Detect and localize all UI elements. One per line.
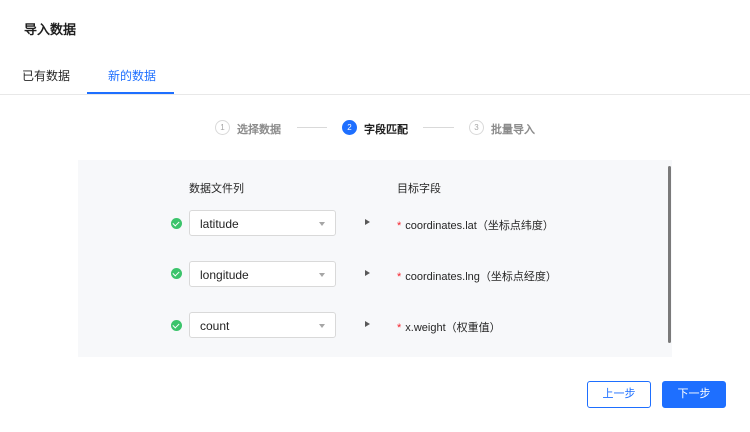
target-field-text: coordinates.lat（坐标点纬度） <box>405 220 554 232</box>
previous-step-button[interactable]: 上一步 <box>587 381 651 408</box>
dialog-title: 导入数据 <box>24 22 77 37</box>
check-circle-icon <box>171 320 182 331</box>
source-column-select[interactable]: longitude <box>189 261 336 287</box>
select-value: count <box>200 319 230 333</box>
arrow-right-icon <box>365 321 370 327</box>
caret-down-icon <box>319 324 325 328</box>
source-column-select[interactable]: latitude <box>189 210 336 236</box>
source-column-select[interactable]: count <box>189 312 336 338</box>
arrow-right-icon <box>365 270 370 276</box>
caret-down-icon <box>319 222 325 226</box>
step-connector <box>297 127 327 128</box>
target-field-label: * coordinates.lng（坐标点经度） <box>397 268 557 284</box>
select-value: latitude <box>200 217 239 231</box>
required-mark: * <box>397 322 402 334</box>
step-1-label: 选择数据 <box>237 124 281 136</box>
step-connector <box>423 127 454 128</box>
active-tab-indicator <box>87 92 174 94</box>
tab-bar: 已有数据 新的数据 <box>0 56 750 95</box>
target-field-text: x.weight（权重值） <box>405 322 501 334</box>
tab-new-data[interactable]: 新的数据 <box>108 67 156 84</box>
check-circle-icon <box>171 218 182 229</box>
step-1-number: 1 <box>215 120 230 135</box>
target-field-label: * x.weight（权重值） <box>397 319 501 335</box>
tab-existing-data[interactable]: 已有数据 <box>22 67 70 84</box>
step-3-label: 批量导入 <box>491 124 535 136</box>
arrow-right-icon <box>365 219 370 225</box>
target-field-text: coordinates.lng（坐标点经度） <box>405 271 557 283</box>
target-column-header: 目标字段 <box>397 183 441 195</box>
required-mark: * <box>397 271 402 283</box>
target-field-label: * coordinates.lat（坐标点纬度） <box>397 217 554 233</box>
next-step-button[interactable]: 下一步 <box>662 381 726 408</box>
caret-down-icon <box>319 273 325 277</box>
field-mapping-panel <box>78 160 672 357</box>
step-2-number: 2 <box>342 120 357 135</box>
select-value: longitude <box>200 268 249 282</box>
step-3-number: 3 <box>469 120 484 135</box>
panel-scrollbar[interactable] <box>668 166 671 343</box>
step-2-label: 字段匹配 <box>364 124 408 136</box>
source-column-header: 数据文件列 <box>189 183 244 195</box>
required-mark: * <box>397 220 402 232</box>
stepper: 1 选择数据 2 字段匹配 3 批量导入 <box>0 120 750 136</box>
check-circle-icon <box>171 268 182 279</box>
